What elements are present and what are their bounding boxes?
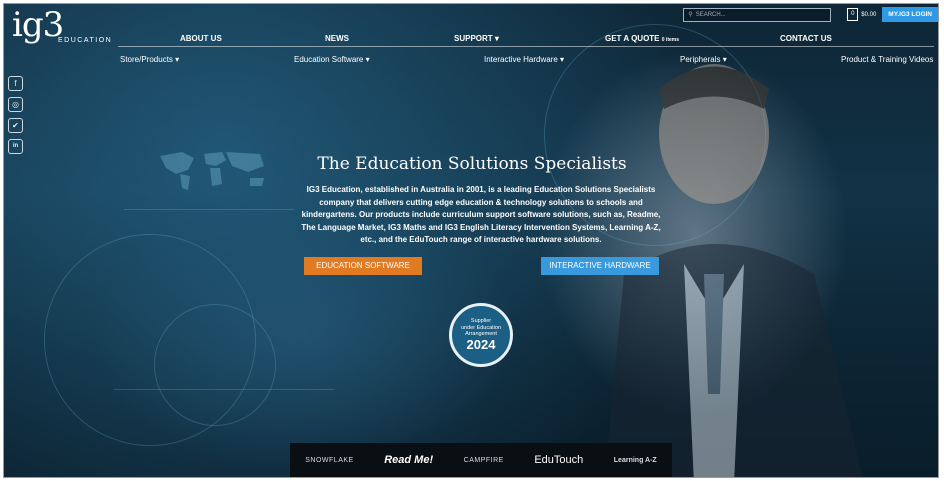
hero-description: IG3 Education, established in Australia … <box>301 185 661 244</box>
supplier-badge: Supplier under Education Arrangement 202… <box>449 303 513 367</box>
partner-campfire-logo[interactable]: CAMPFIRE <box>464 457 504 464</box>
interactive-hardware-button[interactable]: INTERACTIVE HARDWARE <box>541 257 659 275</box>
instagram-icon[interactable]: ◎ <box>8 97 23 112</box>
chevron-down-icon: ▾ <box>494 34 499 43</box>
partner-edutouch-logo[interactable]: EduTouch <box>534 454 583 466</box>
hud-line-decoration <box>124 209 294 210</box>
cart-icon: 0 <box>847 8 859 21</box>
nav-store-products[interactable]: Store/Products ▾ <box>120 55 179 64</box>
badge-year: 2024 <box>466 336 496 352</box>
logo-mark: ig3 <box>12 5 64 45</box>
nav-quote-label: GET A QUOTE <box>605 34 660 43</box>
search-input[interactable]: ⚲ SEARCH... <box>683 7 832 22</box>
nav-support-label: SUPPORT <box>454 34 493 43</box>
nav-news[interactable]: NEWS <box>325 34 349 43</box>
primary-nav: ABOUT US NEWS SUPPORT ▾ GET A QUOTE 0 it… <box>118 32 934 47</box>
chevron-down-icon: ▾ <box>722 55 727 64</box>
cart-amount: $0.00 <box>861 11 877 18</box>
hero-title: The Education Solutions Specialists <box>317 154 627 174</box>
chevron-down-icon: ▾ <box>365 55 370 64</box>
nav-edsoft-label: Education Software <box>294 55 364 64</box>
top-utility-bar: ⚲ SEARCH... 0 $0.00 MY.IG3 LOGIN <box>683 7 938 22</box>
nav-education-software[interactable]: Education Software ▾ <box>294 55 370 64</box>
linkedin-icon[interactable]: in <box>8 139 23 154</box>
logo-subtext: EDUCATION <box>58 37 113 44</box>
partner-logos-bar: SNOWFLAKE Read Me! CAMPFIRE EduTouch Lea… <box>290 443 672 477</box>
nav-interactive-hardware[interactable]: Interactive Hardware ▾ <box>484 55 564 64</box>
nav-support[interactable]: SUPPORT ▾ <box>454 34 499 43</box>
chevron-down-icon: ▾ <box>175 55 180 64</box>
nav-get-a-quote[interactable]: GET A QUOTE 0 items <box>605 34 679 43</box>
partner-snowflake-logo[interactable]: SNOWFLAKE <box>305 457 353 464</box>
search-placeholder: SEARCH... <box>695 11 726 18</box>
nav-training-videos[interactable]: Product & Training Videos <box>841 55 933 64</box>
quote-count: 0 items <box>661 37 679 43</box>
nav-peripherals[interactable]: Peripherals ▾ <box>680 55 727 64</box>
login-button[interactable]: MY.IG3 LOGIN <box>882 7 938 22</box>
education-software-button[interactable]: EDUCATION SOFTWARE <box>304 257 422 275</box>
nav-videos-label: Product & Training Videos <box>841 55 934 64</box>
nav-store-label: Store/Products <box>120 55 173 64</box>
nav-peripherals-label: Peripherals <box>680 55 721 64</box>
search-icon: ⚲ <box>688 12 693 18</box>
nav-contact-us[interactable]: CONTACT US <box>780 34 832 43</box>
nav-hardware-label: Interactive Hardware <box>484 55 558 64</box>
ig3-education-logo[interactable]: ig3 EDUCATION <box>12 5 111 45</box>
hud-line-decoration <box>114 389 334 390</box>
cart-widget[interactable]: 0 $0.00 <box>847 8 876 21</box>
chevron-down-icon: ▾ <box>560 55 565 64</box>
partner-readme-logo[interactable]: Read Me! <box>384 454 433 466</box>
nav-about-us[interactable]: ABOUT US <box>180 34 222 43</box>
partner-learning-az-logo[interactable]: Learning A-Z <box>614 457 657 464</box>
hud-ring-decoration <box>154 304 276 426</box>
facebook-icon[interactable]: f <box>8 76 23 91</box>
twitter-icon[interactable]: ✔ <box>8 118 23 133</box>
